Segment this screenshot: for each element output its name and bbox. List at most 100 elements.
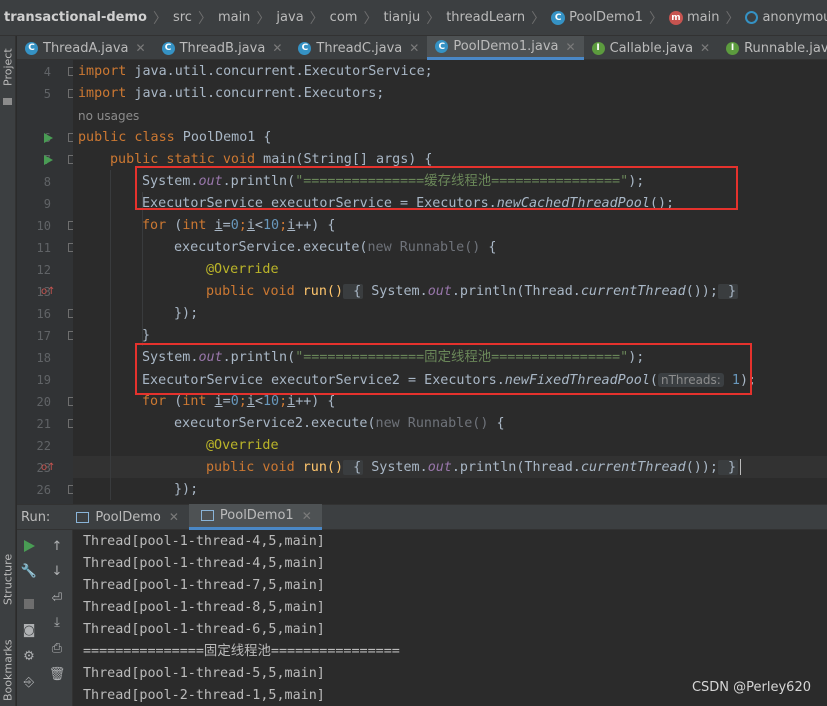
editor-tabs: C ThreadA.java ✕ C ThreadB.java ✕ C ThreadC.j… — [17, 36, 827, 60]
code-line-12: @Override — [206, 262, 279, 277]
tab-threada[interactable]: C ThreadA.java ✕ — [17, 36, 154, 60]
left-tool-strip: Project Structure Bookmarks — [0, 36, 16, 706]
code-line-26: }); — [174, 482, 199, 497]
chevron-right-icon: 〉 — [197, 10, 212, 27]
arrow-down-icon[interactable]: ↓ — [49, 563, 65, 579]
breadcrumb-pooldemo1[interactable]: C PoolDemo1 — [551, 10, 643, 25]
line-number: 21 — [36, 417, 51, 431]
tab-threadb[interactable]: C ThreadB.java ✕ — [154, 36, 291, 60]
trash-icon[interactable]: 🗑 — [49, 666, 66, 682]
project-tool-tab[interactable]: Project — [0, 42, 16, 92]
class-icon: C — [161, 41, 175, 55]
tab-callable[interactable]: I Callable.java ✕ — [584, 36, 719, 60]
login-icon[interactable]: ⎆ — [21, 674, 37, 690]
console-icon — [200, 510, 214, 521]
breadcrumb: transactional-demo 〉 src 〉 main 〉 java 〉 com… — [0, 0, 827, 36]
breadcrumb-label: main — [686, 10, 720, 25]
camera-icon[interactable]: ◙ — [21, 622, 37, 638]
close-icon[interactable]: ✕ — [566, 40, 576, 54]
print-icon[interactable]: ⎙ — [49, 640, 65, 656]
breadcrumb-tianju[interactable]: tianju — [383, 10, 420, 25]
tab-runnable[interactable]: IRunnable.java✕ — [718, 36, 827, 60]
code-line-21: executorService2.execute(new Runnable() … — [174, 416, 505, 431]
close-icon[interactable]: ✕ — [272, 41, 282, 55]
console-line: Thread[pool-1-thread-8,5,main] — [83, 600, 325, 615]
override-gutter-icon[interactable]: o↑ — [41, 461, 56, 475]
chevron-right-icon: 〉 — [152, 10, 167, 27]
breadcrumb-java[interactable]: java — [276, 10, 303, 25]
line-number: 9 — [43, 197, 51, 211]
tab-label: PoolDemo1.java — [453, 39, 559, 54]
close-icon[interactable]: ✕ — [136, 41, 146, 55]
folder-icon — [3, 98, 12, 105]
watermark: CSDN @Perley620 — [691, 680, 811, 695]
interface-icon: I — [726, 41, 740, 55]
line-number: 18 — [36, 351, 51, 365]
usage-hint[interactable]: no usages — [78, 105, 139, 127]
interface-icon: I — [591, 41, 605, 55]
arrow-up-icon[interactable]: ↑ — [49, 538, 65, 554]
close-icon[interactable]: ✕ — [700, 41, 710, 55]
line-number: 10 — [36, 219, 51, 233]
code-line-10: for (int i=0;i<10;i++) { — [142, 218, 336, 233]
run-tab-pooldemo1[interactable]: PoolDemo1 ✕ — [188, 504, 322, 530]
soft-wrap-icon[interactable]: ⏎ — [49, 590, 65, 606]
code-line-5: import java.util.concurrent.Executors; — [78, 86, 385, 101]
editor-gutter[interactable]: 4 5 6 7 8 9 10 11 12 13 16 17 18 19 20 2… — [17, 60, 77, 504]
console-line: Thread[pool-1-thread-4,5,main] — [83, 556, 325, 571]
run-tab-label: PoolDemo1 — [219, 508, 294, 523]
close-icon[interactable]: ✕ — [409, 41, 419, 55]
bookmarks-tool-tab[interactable]: Bookmarks — [0, 632, 16, 706]
line-number: 17 — [36, 329, 51, 343]
console-line: Thread[pool-2-thread-1,5,main] — [83, 688, 325, 703]
tab-pooldemo1[interactable]: C PoolDemo1.java ✕ — [427, 36, 584, 60]
close-icon[interactable]: ✕ — [169, 510, 179, 524]
breadcrumb-main[interactable]: main — [218, 10, 250, 25]
code-line-16: }); — [174, 306, 199, 321]
console-line: Thread[pool-1-thread-4,5,main] — [83, 534, 325, 549]
code-editor[interactable]: import java.util.concurrent.ExecutorServ… — [73, 60, 827, 504]
stop-icon[interactable] — [21, 596, 37, 612]
chevron-right-icon: 〉 — [531, 10, 546, 27]
run-tool-window-header: Run: PoolDemo ✕ PoolDemo1 ✕ — [17, 504, 827, 530]
rerun-icon[interactable] — [21, 538, 37, 554]
override-gutter-icon[interactable]: o↑ — [41, 285, 56, 299]
line-number: 8 — [43, 175, 51, 189]
code-line-22: @Override — [206, 438, 279, 453]
close-icon[interactable]: ✕ — [302, 509, 312, 523]
console-toolbar: ↑ ↓ ⏎ ⤓ ⎙ 🗑 — [41, 530, 73, 706]
tab-threadc[interactable]: C ThreadC.java ✕ — [290, 36, 427, 60]
line-number: 22 — [36, 439, 51, 453]
line-number: 4 — [43, 65, 51, 79]
breadcrumb-label: anonymous Runnable — [762, 10, 827, 25]
structure-tool-tab[interactable]: Structure — [0, 546, 16, 612]
line-number: 19 — [36, 373, 51, 387]
run-gutter-icon[interactable] — [44, 155, 53, 165]
code-line-13: public void run() { System.out.println(T… — [206, 284, 739, 299]
line-number: 12 — [36, 263, 51, 277]
breadcrumb-com[interactable]: com — [330, 10, 358, 25]
breadcrumb-label: PoolDemo1 — [569, 10, 643, 25]
class-icon: C — [551, 10, 566, 25]
code-line-4: import java.util.concurrent.ExecutorServ… — [78, 64, 433, 79]
run-gutter-icon[interactable] — [44, 133, 53, 143]
breadcrumb-src[interactable]: src — [173, 10, 192, 25]
code-line-11: executorService.execute(new Runnable() { — [174, 240, 497, 255]
breadcrumb-threadlearn[interactable]: threadLearn — [446, 10, 525, 25]
code-line-6: public class PoolDemo1 { — [78, 130, 272, 145]
run-label: Run: — [21, 509, 51, 525]
anonymous-class-icon — [745, 11, 759, 24]
chevron-right-icon: 〉 — [648, 10, 663, 27]
tab-label: Runnable.java — [744, 40, 827, 56]
wrench-icon[interactable]: 🔧 — [21, 563, 37, 579]
chevron-right-icon: 〉 — [426, 10, 441, 27]
scroll-to-end-icon[interactable]: ⤓ — [49, 614, 65, 630]
breadcrumb-project[interactable]: transactional-demo — [4, 10, 147, 25]
run-tab-label: PoolDemo — [95, 509, 161, 525]
line-number: 5 — [43, 87, 51, 101]
run-tab-pooldemo[interactable]: PoolDemo ✕ — [64, 504, 189, 530]
breadcrumb-anonymous-runnable[interactable]: anonymous Runnable — [745, 10, 827, 25]
breadcrumb-method-main[interactable]: m main — [668, 10, 720, 25]
settings-icon[interactable]: ⚙ — [21, 648, 37, 664]
chevron-right-icon: 〉 — [725, 10, 740, 27]
